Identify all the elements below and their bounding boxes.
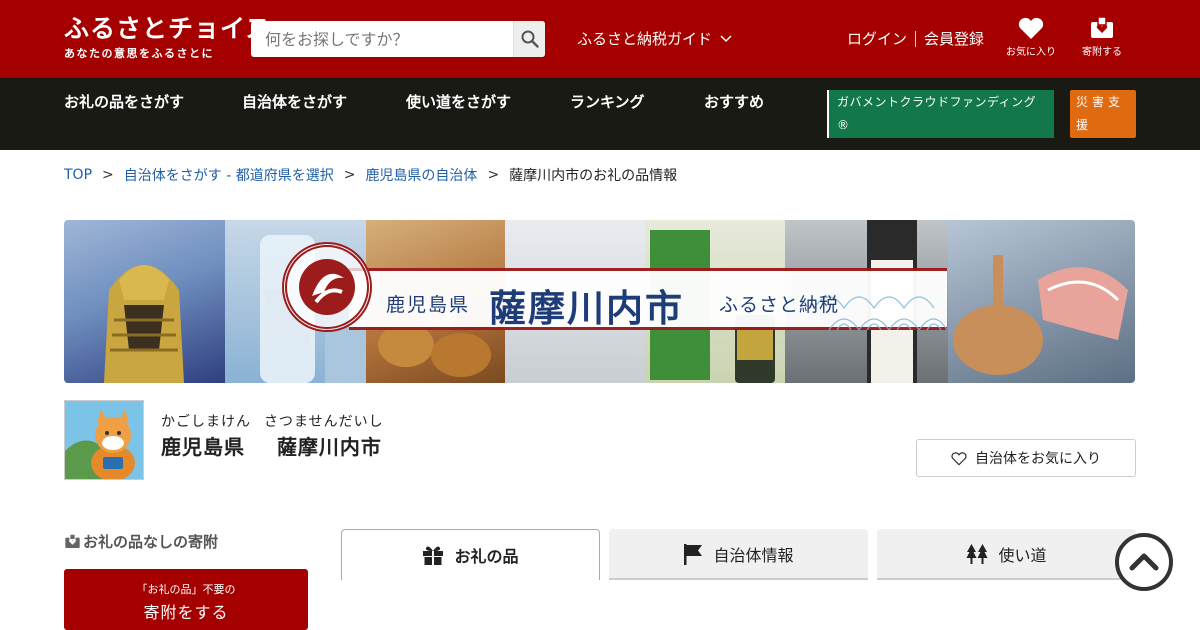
mascot-image — [64, 400, 144, 480]
gov-crowdfunding-button[interactable]: ガバメントクラウドファンディング® — [827, 90, 1054, 138]
no-gift-heading: お礼の品なしの寄附 — [64, 531, 218, 552]
favorites-link[interactable]: お気に入り — [1001, 16, 1061, 58]
heart-outline-icon — [951, 451, 967, 466]
donations-link[interactable]: 寄附する — [1072, 16, 1132, 58]
search-box — [251, 21, 545, 57]
scroll-to-top-button[interactable] — [1115, 533, 1173, 591]
banner-city: 薩摩川内市 — [489, 286, 684, 330]
tab-usage-label: 使い道 — [998, 545, 1047, 565]
banner-prefecture: 鹿児島県 — [386, 294, 471, 316]
breadcrumb-current: 薩摩川内市のお礼の品情報 — [509, 168, 678, 184]
breadcrumb-pref-munis[interactable]: 鹿児島県の自治体 — [365, 165, 477, 185]
guide-label: ふるさと納税ガイド — [577, 30, 713, 48]
breadcrumb: TOP > 自治体をさがす - 都道府県を選択 > 鹿児島県の自治体 > 薩摩川… — [64, 165, 677, 185]
city-emblem-icon — [282, 242, 372, 332]
breadcrumb-top[interactable]: TOP — [64, 167, 92, 183]
breadcrumb-separator: > — [343, 167, 356, 183]
logo-tagline: あなたの意思をふるさとに — [64, 47, 214, 60]
site-header: ふるさとチョイス あなたの意思をふるさとに ふるさと納税ガイド ログイン 会員登… — [0, 0, 1200, 78]
search-input[interactable] — [251, 21, 513, 57]
banner-photo-shabu — [948, 220, 1135, 383]
prefecture-name: 鹿児島県 — [161, 435, 245, 459]
heart-icon — [1018, 17, 1044, 39]
breadcrumb-separator: > — [102, 167, 114, 183]
tab-gifts-label: お礼の品 — [454, 547, 519, 566]
search-icon — [521, 30, 539, 48]
donate-button-label: 寄附をする — [143, 603, 229, 622]
nav-item-search-gifts[interactable]: お礼の品をさがす — [64, 91, 184, 112]
disaster-support-button[interactable]: 災害支援 — [1070, 90, 1136, 138]
banner-photo-armor — [64, 220, 225, 383]
auth-divider — [915, 30, 917, 47]
banner-tagline: ふるさと納税 — [719, 294, 840, 316]
donate-button-sub: 「お礼の品」不要の — [136, 583, 236, 596]
tab-municipality-info-label: 自治体情報 — [713, 545, 794, 565]
gift-icon — [423, 546, 444, 565]
auth-links: ログイン 会員登録 — [847, 28, 984, 49]
city-name: 薩摩川内市 — [276, 435, 382, 459]
breadcrumb-separator: > — [487, 167, 500, 183]
no-gift-heading-text: お礼の品なしの寄附 — [83, 533, 219, 551]
municipality-banner: 鹿児島県 薩摩川内市 ふるさと納税 — [64, 220, 1135, 383]
guide-menu[interactable]: ふるさと納税ガイド — [577, 28, 732, 49]
city-reading: さつませんだいし — [264, 414, 384, 430]
login-link[interactable]: ログイン — [847, 28, 907, 49]
donation-box-icon — [1091, 16, 1113, 38]
donation-box-icon — [65, 533, 80, 549]
tab-usage[interactable]: 使い道 — [877, 529, 1136, 580]
chevron-down-icon — [720, 34, 732, 42]
nav-item-recommended[interactable]: おすすめ — [704, 91, 764, 112]
main-nav: お礼の品をさがす 自治体をさがす 使い道をさがす ランキング おすすめ ガバメン… — [0, 78, 1200, 150]
favorite-municipality-button[interactable]: 自治体をお気に入り — [916, 439, 1136, 477]
nav-item-search-munis[interactable]: 自治体をさがす — [242, 91, 347, 112]
nav-item-ranking[interactable]: ランキング — [570, 91, 645, 112]
favorites-label: お気に入り — [1006, 47, 1056, 58]
logo-text: ふるさとチョイス — [64, 14, 272, 43]
site-logo[interactable]: ふるさとチョイス あなたの意思をふるさとに — [64, 14, 271, 61]
favorite-button-label: 自治体をお気に入り — [975, 451, 1101, 467]
donations-label: 寄附する — [1082, 47, 1122, 58]
trees-icon — [966, 543, 988, 564]
nav-item-search-usage[interactable]: 使い道をさがす — [406, 91, 511, 112]
search-button[interactable] — [513, 21, 545, 57]
prefecture-reading: かごしまけん — [161, 414, 251, 430]
donate-without-gift-button[interactable]: 「お礼の品」不要の 寄附をする — [64, 569, 308, 630]
register-link[interactable]: 会員登録 — [924, 28, 984, 49]
tab-gifts[interactable]: お礼の品 — [341, 529, 600, 580]
chevron-up-icon — [1129, 553, 1159, 571]
flag-icon — [684, 543, 703, 565]
tab-municipality-info[interactable]: 自治体情報 — [609, 529, 868, 580]
breadcrumb-search-pref[interactable]: 自治体をさがす - 都道府県を選択 — [124, 165, 334, 185]
municipality-title: 鹿児島県 薩摩川内市 — [161, 431, 382, 460]
